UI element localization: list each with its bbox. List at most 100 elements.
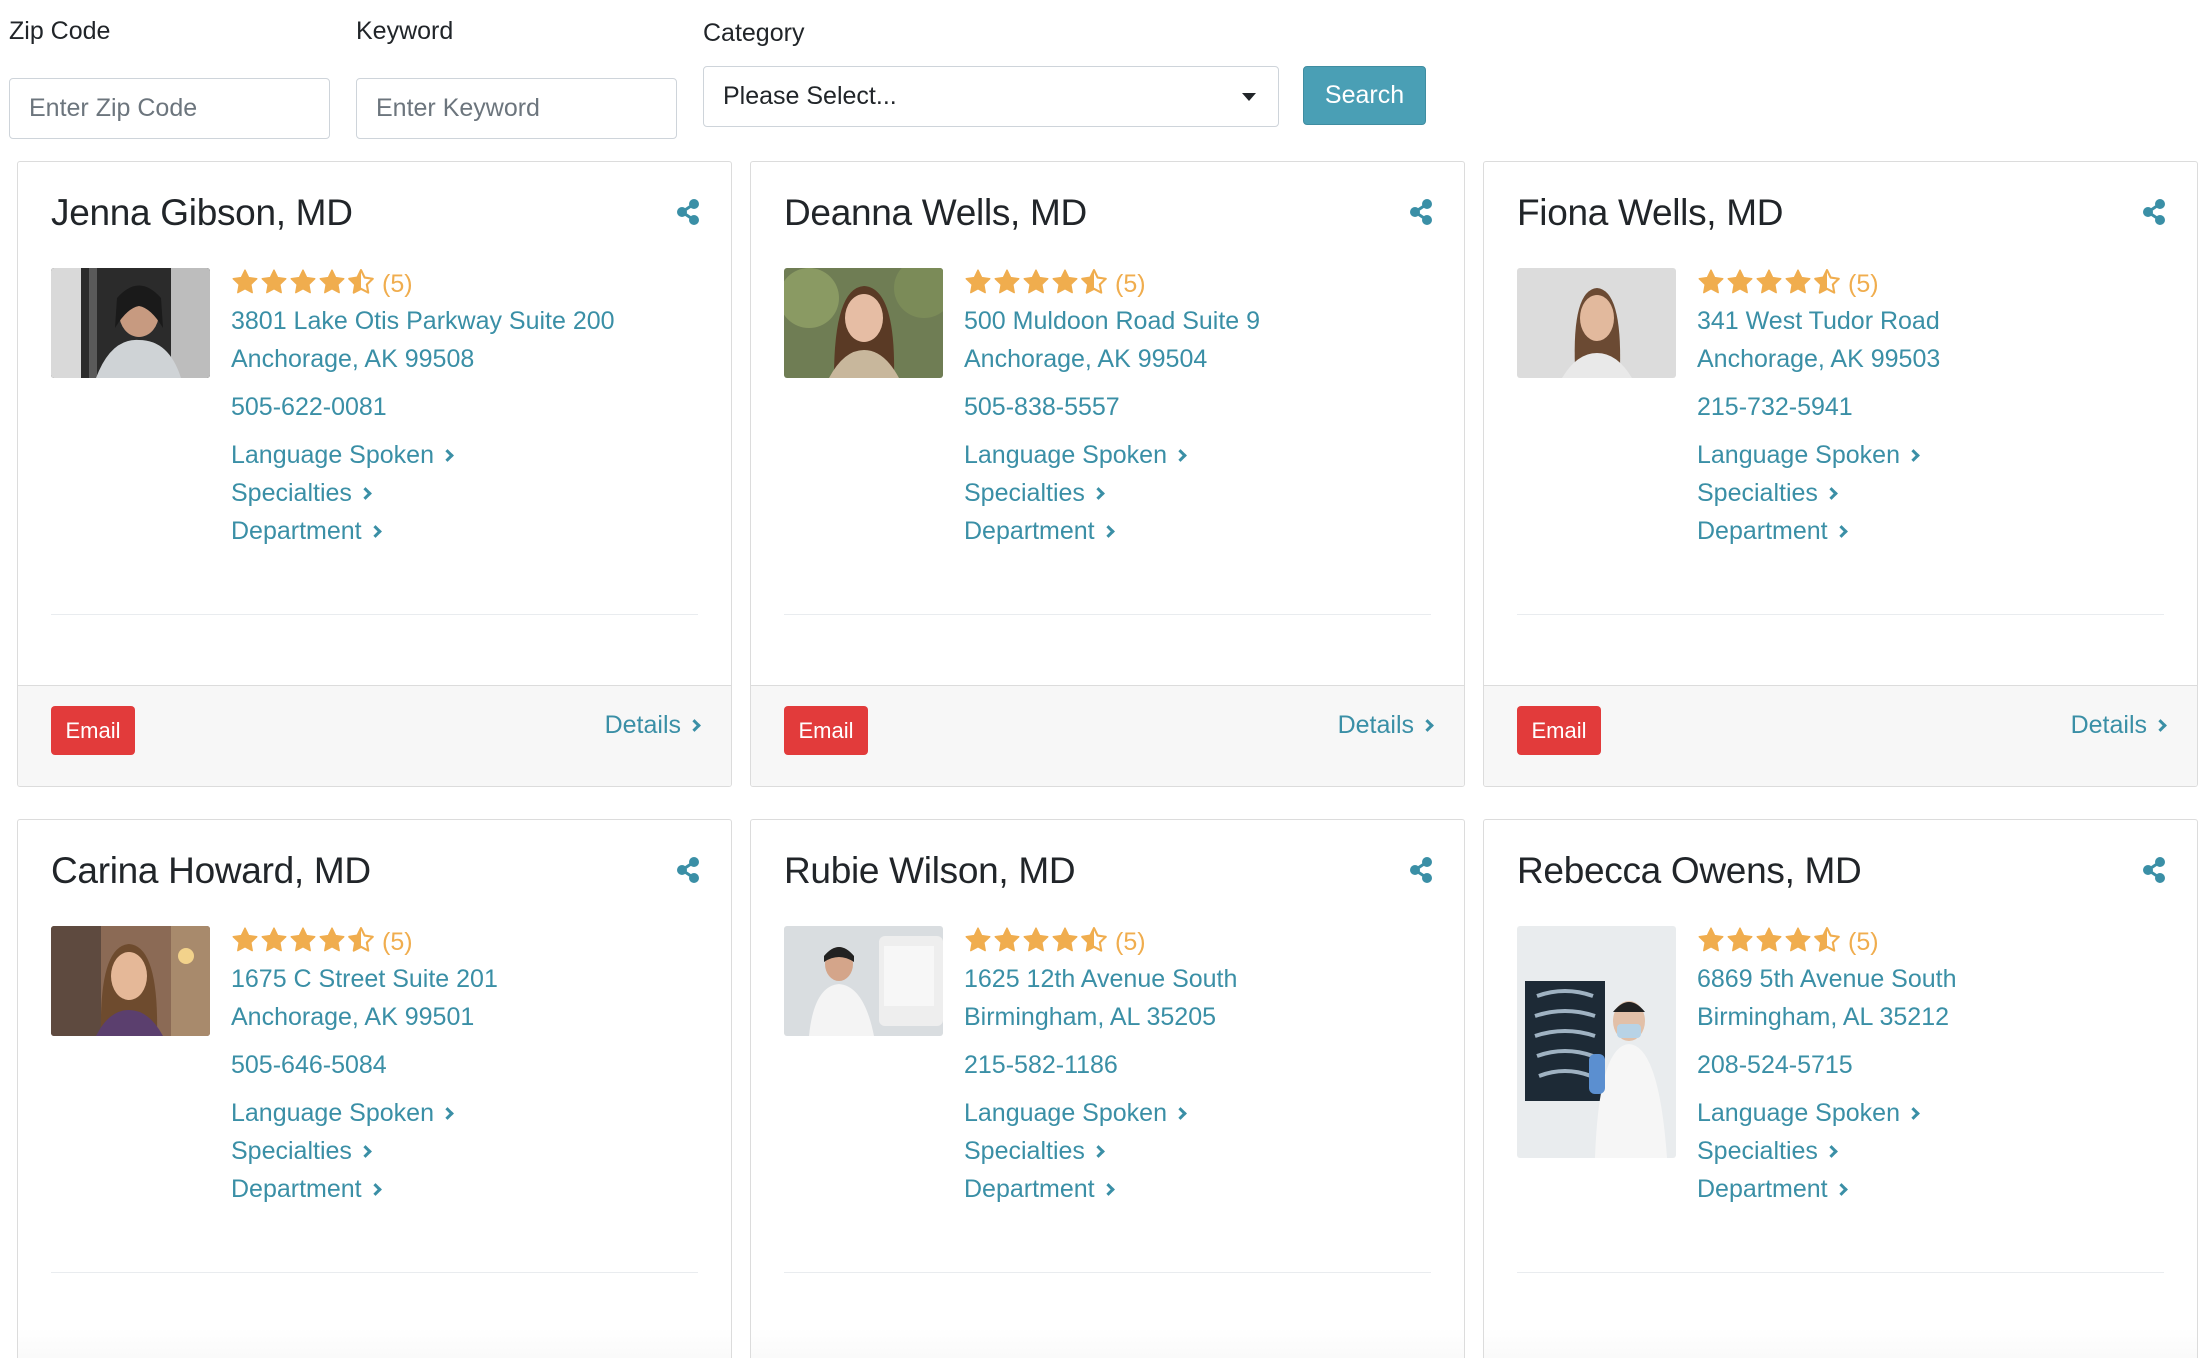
language-spoken-toggle[interactable]: Language Spoken <box>231 436 711 474</box>
department-toggle[interactable]: Department <box>964 1170 1444 1208</box>
star-full-icon <box>289 926 318 959</box>
phone-number[interactable]: 215-582-1186 <box>964 1046 1444 1084</box>
doctor-photo <box>784 926 943 1036</box>
doctor-info: (5) 3801 Lake Otis Parkway Suite 200 Anc… <box>231 266 711 550</box>
share-icon[interactable] <box>675 198 701 226</box>
department-toggle[interactable]: Department <box>1697 512 2177 550</box>
details-link[interactable]: Details <box>2071 710 2167 740</box>
doctor-info: (5) 6869 5th Avenue South Birmingham, AL… <box>1697 924 2177 1208</box>
search-button[interactable]: Search <box>1303 66 1426 125</box>
address-line-2[interactable]: Anchorage, AK 99501 <box>231 998 711 1036</box>
department-label: Department <box>964 1175 1095 1203</box>
language-spoken-toggle[interactable]: Language Spoken <box>964 1094 1444 1132</box>
star-full-icon <box>1022 926 1051 959</box>
doctor-name[interactable]: Fiona Wells, MD <box>1517 192 1784 234</box>
star-full-icon <box>318 268 347 301</box>
specialties-label: Specialties <box>964 1137 1085 1165</box>
specialties-label: Specialties <box>231 479 352 507</box>
chevron-right-icon <box>1825 486 1838 500</box>
department-toggle[interactable]: Department <box>964 512 1444 550</box>
details-label: Details <box>604 711 681 739</box>
phone-number[interactable]: 208-524-5715 <box>1697 1046 2177 1084</box>
chevron-right-icon <box>1101 1182 1115 1196</box>
zip-code-input[interactable] <box>9 78 330 139</box>
specialties-toggle[interactable]: Specialties <box>1697 474 2177 512</box>
language-spoken-toggle[interactable]: Language Spoken <box>231 1094 711 1132</box>
phone-number[interactable]: 505-838-5557 <box>964 388 1444 426</box>
rating-count: (5) <box>1848 269 1879 298</box>
chevron-down-icon <box>1242 93 1256 101</box>
card-footer: Email Details <box>751 685 1464 786</box>
chevron-right-icon <box>368 1182 382 1196</box>
doctor-card: Carina Howard, MD (5) 1675 C Street Suit… <box>17 819 732 1358</box>
share-icon[interactable] <box>2141 856 2167 884</box>
specialties-toggle[interactable]: Specialties <box>964 1132 1444 1170</box>
star-half-icon <box>347 926 376 959</box>
phone-number[interactable]: 505-622-0081 <box>231 388 711 426</box>
share-icon[interactable] <box>1408 856 1434 884</box>
address-line-2[interactable]: Anchorage, AK 99503 <box>1697 340 2177 378</box>
star-full-icon <box>993 268 1022 301</box>
star-half-icon <box>1080 926 1109 959</box>
star-full-icon <box>1051 268 1080 301</box>
chevron-right-icon <box>1825 1144 1838 1158</box>
department-toggle[interactable]: Department <box>231 512 711 550</box>
category-field: Category Please Select... <box>703 18 1279 127</box>
details-link[interactable]: Details <box>604 710 701 740</box>
language-spoken-toggle[interactable]: Language Spoken <box>1697 1094 2177 1132</box>
rating-count: (5) <box>1848 927 1879 956</box>
star-full-icon <box>260 926 289 959</box>
specialties-toggle[interactable]: Specialties <box>231 474 711 512</box>
specialties-toggle[interactable]: Specialties <box>964 474 1444 512</box>
card-divider <box>1517 614 2164 615</box>
doctor-name[interactable]: Deanna Wells, MD <box>784 192 1087 234</box>
address-line-1[interactable]: 1625 12th Avenue South <box>964 960 1444 998</box>
keyword-input[interactable] <box>356 78 677 139</box>
language-spoken-label: Language Spoken <box>231 441 434 469</box>
share-icon[interactable] <box>2141 198 2167 226</box>
language-spoken-toggle[interactable]: Language Spoken <box>964 436 1444 474</box>
address-line-1[interactable]: 1675 C Street Suite 201 <box>231 960 711 998</box>
email-button[interactable]: Email <box>1517 706 1601 755</box>
category-select-value: Please Select... <box>723 82 897 110</box>
address-line-2[interactable]: Anchorage, AK 99504 <box>964 340 1444 378</box>
chevron-right-icon <box>1907 1106 1920 1120</box>
department-toggle[interactable]: Department <box>1697 1170 2177 1208</box>
email-button[interactable]: Email <box>51 706 135 755</box>
specialties-label: Specialties <box>1697 479 1818 507</box>
address-line-2[interactable]: Anchorage, AK 99508 <box>231 340 711 378</box>
address-line-1[interactable]: 500 Muldoon Road Suite 9 <box>964 302 1444 340</box>
doctor-name[interactable]: Rebecca Owens, MD <box>1517 850 1862 892</box>
doctor-photo <box>784 268 943 378</box>
language-spoken-toggle[interactable]: Language Spoken <box>1697 436 2177 474</box>
address-line-1[interactable]: 3801 Lake Otis Parkway Suite 200 <box>231 302 711 340</box>
share-icon[interactable] <box>675 856 701 884</box>
specialties-toggle[interactable]: Specialties <box>1697 1132 2177 1170</box>
doctor-photo <box>51 268 210 378</box>
doctor-name[interactable]: Jenna Gibson, MD <box>51 192 353 234</box>
category-select[interactable]: Please Select... <box>703 66 1279 127</box>
rating-stars: (5) <box>231 924 711 960</box>
email-button[interactable]: Email <box>784 706 868 755</box>
details-label: Details <box>1337 711 1414 739</box>
doctor-name[interactable]: Rubie Wilson, MD <box>784 850 1076 892</box>
details-link[interactable]: Details <box>1337 710 1434 740</box>
department-toggle[interactable]: Department <box>231 1170 711 1208</box>
address-line-1[interactable]: 341 West Tudor Road <box>1697 302 2177 340</box>
chevron-right-icon <box>2154 718 2167 732</box>
address-line-2[interactable]: Birmingham, AL 35212 <box>1697 998 2177 1036</box>
star-half-icon <box>1813 926 1842 959</box>
phone-number[interactable]: 215-732-5941 <box>1697 388 2177 426</box>
doctor-name[interactable]: Carina Howard, MD <box>51 850 371 892</box>
phone-number[interactable]: 505-646-5084 <box>231 1046 711 1084</box>
address-line-2[interactable]: Birmingham, AL 35205 <box>964 998 1444 1036</box>
share-icon[interactable] <box>1408 198 1434 226</box>
chevron-right-icon <box>441 1106 454 1120</box>
chevron-right-icon <box>1174 1106 1187 1120</box>
doctor-card: Rebecca Owens, MD (5) 6869 5th Avenue So… <box>1483 819 2198 1358</box>
doctor-info: (5) 1675 C Street Suite 201 Anchorage, A… <box>231 924 711 1208</box>
specialties-toggle[interactable]: Specialties <box>231 1132 711 1170</box>
address-line-1[interactable]: 6869 5th Avenue South <box>1697 960 2177 998</box>
rating-stars: (5) <box>964 924 1444 960</box>
department-label: Department <box>964 517 1095 545</box>
